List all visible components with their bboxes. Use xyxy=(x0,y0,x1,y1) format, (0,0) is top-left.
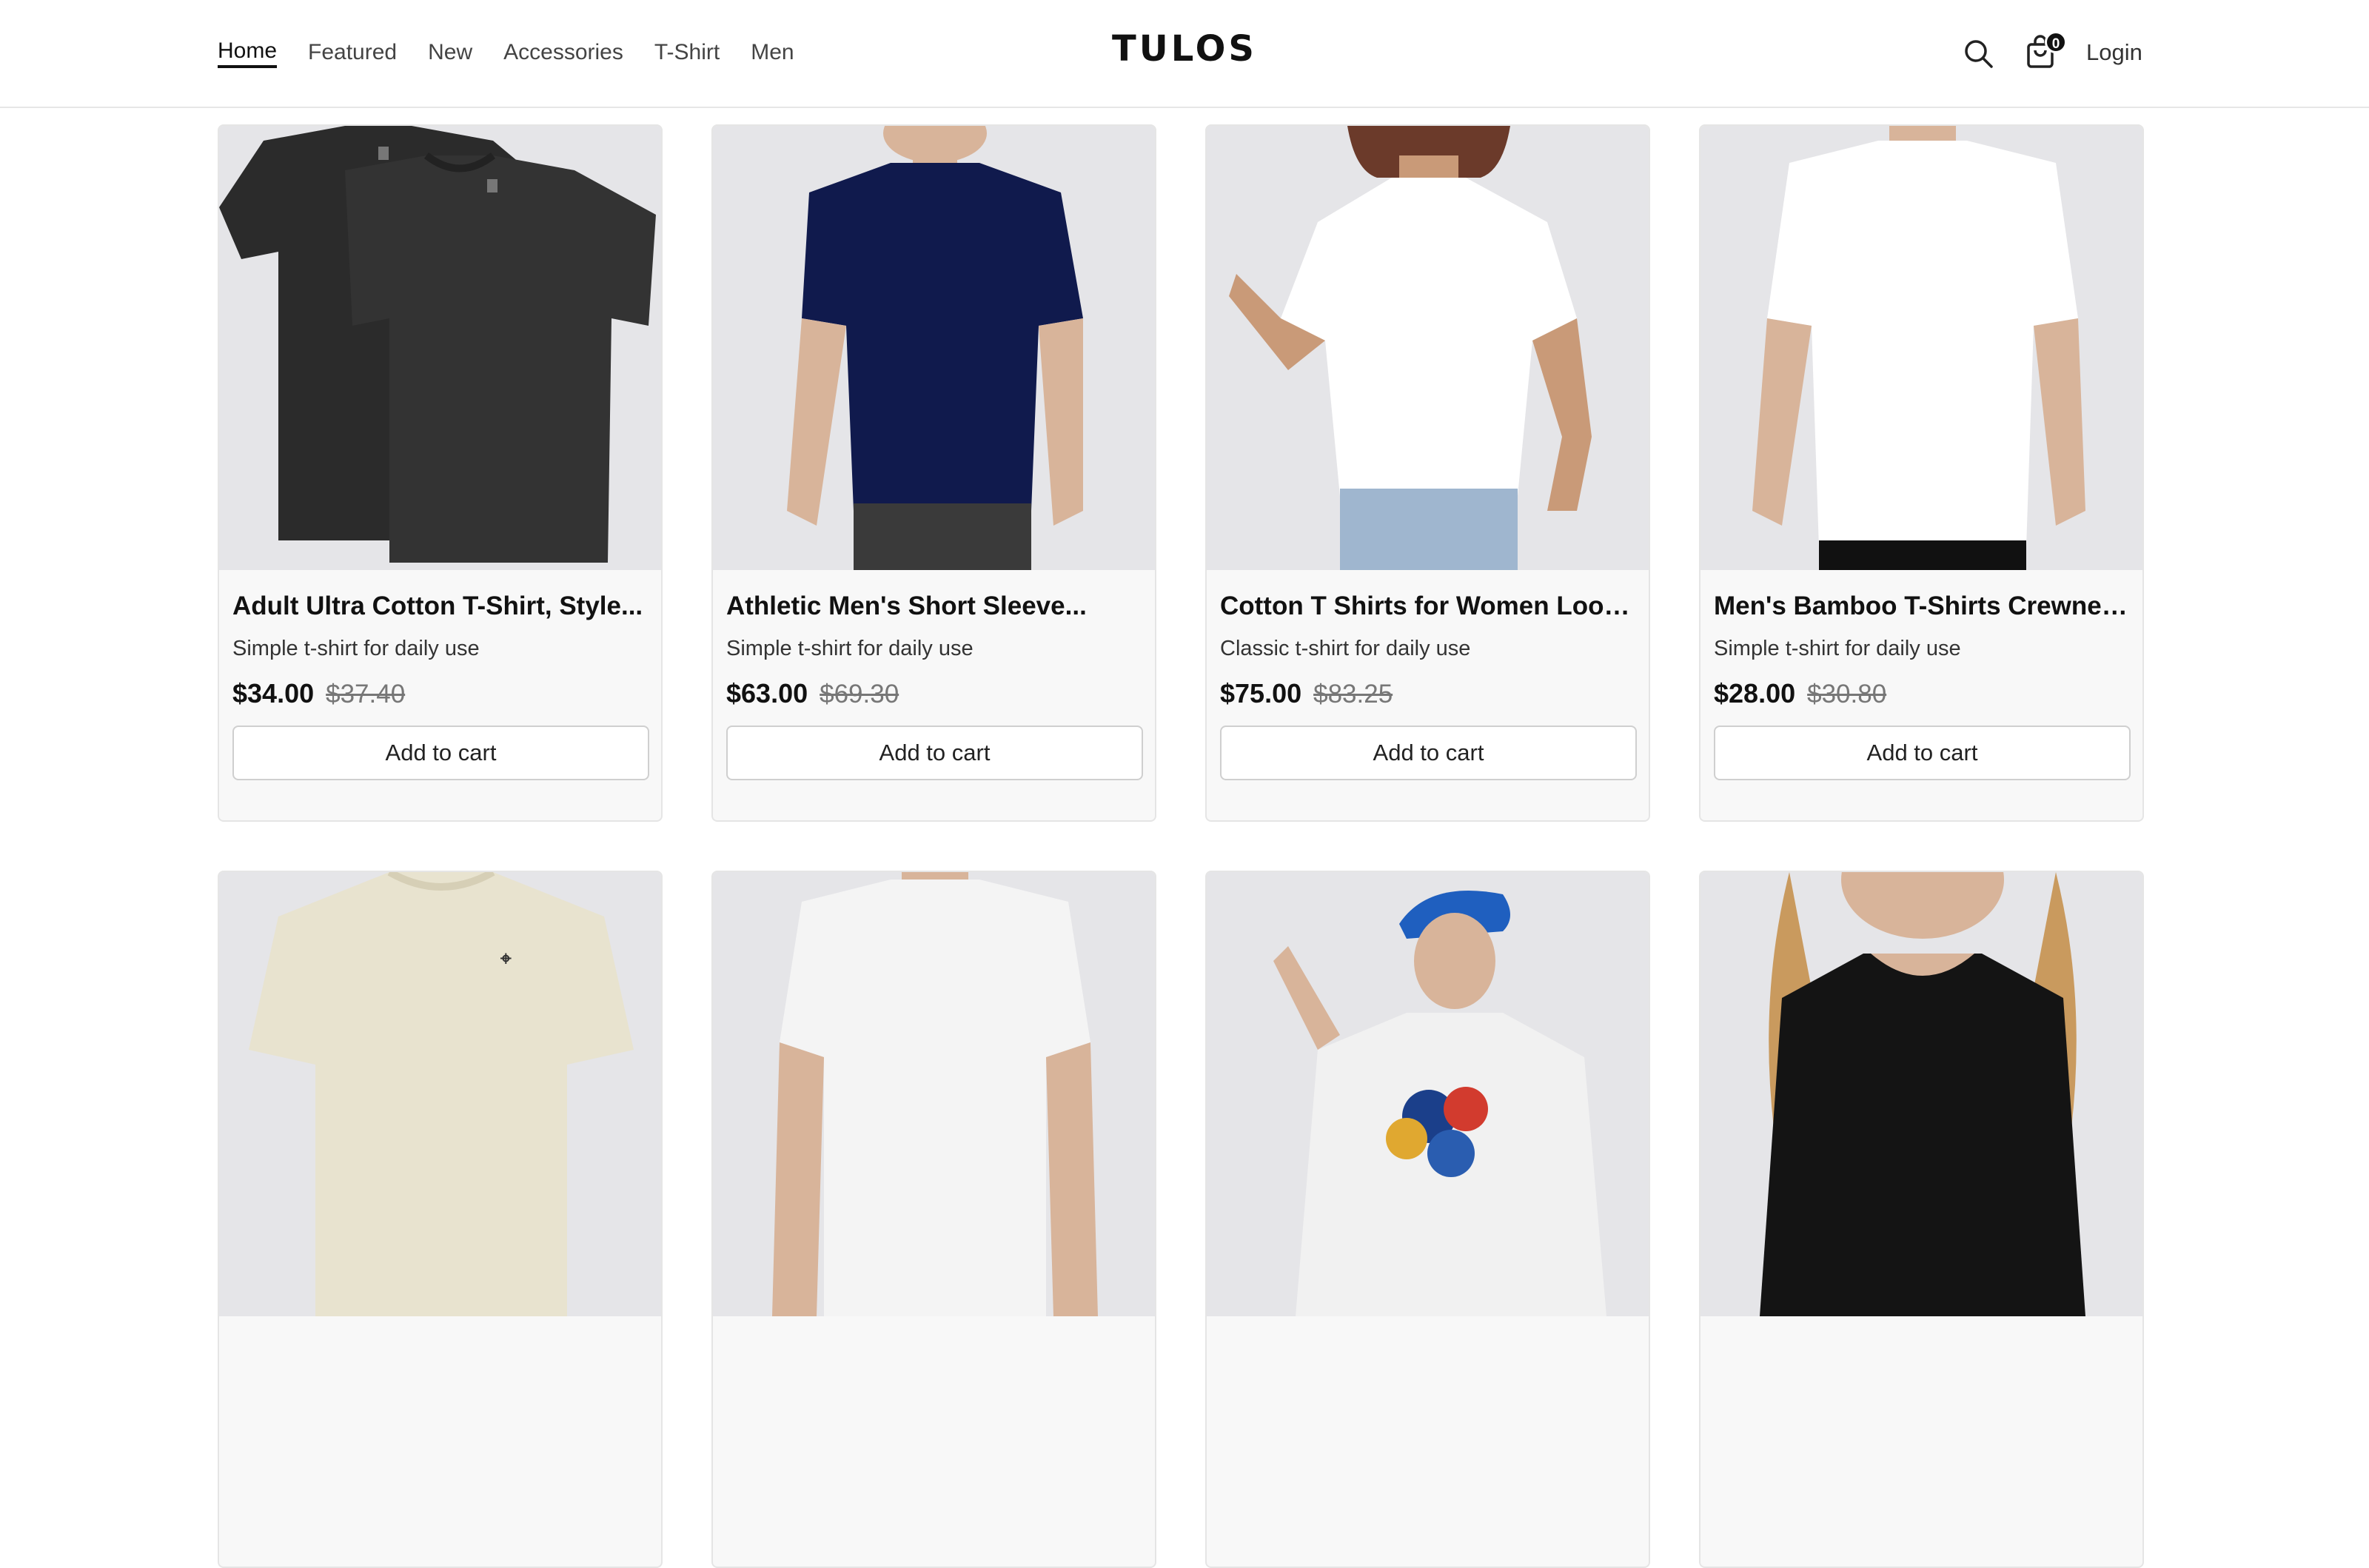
product-description: Simple t-shirt for daily use xyxy=(726,637,974,660)
product-price: $28.00 xyxy=(1714,678,1796,708)
product-image[interactable] xyxy=(1207,872,1649,1316)
add-to-cart-button[interactable]: Add to cart xyxy=(726,726,1143,780)
product-title[interactable]: Cotton T Shirts for Women Loose... xyxy=(1220,589,1635,623)
product-image[interactable] xyxy=(1700,872,2142,1316)
nav-item-home[interactable]: Home xyxy=(218,37,278,68)
main-nav: Home Featured New Accessories T-Shirt Me… xyxy=(218,37,794,68)
product-image[interactable]: ⌖ xyxy=(219,872,661,1316)
search-button[interactable] xyxy=(1962,37,1994,70)
product-prices: $75.00 $83.25 xyxy=(1220,678,1635,709)
product-card[interactable]: Adult Ultra Cotton T-Shirt, Style... Sim… xyxy=(218,124,663,822)
nav-item-featured[interactable]: Featured xyxy=(308,37,397,68)
product-card[interactable] xyxy=(1699,871,2144,1568)
add-to-cart-button[interactable]: Add to cart xyxy=(1714,726,2131,780)
svg-text:⌖: ⌖ xyxy=(500,948,512,970)
nav-item-men[interactable]: Men xyxy=(751,37,794,68)
product-card[interactable] xyxy=(1205,871,1650,1568)
product-description: Simple t-shirt for daily use xyxy=(232,637,480,660)
add-to-cart-button[interactable]: Add to cart xyxy=(232,726,649,780)
product-card[interactable]: Cotton T Shirts for Women Loose... Class… xyxy=(1205,124,1650,822)
nav-item-tshirt[interactable]: T-Shirt xyxy=(654,37,720,68)
product-description: Simple t-shirt for daily use xyxy=(1714,637,1961,660)
product-image[interactable] xyxy=(219,126,661,570)
nav-item-new[interactable]: New xyxy=(428,37,472,68)
login-link[interactable]: Login xyxy=(2086,37,2142,68)
product-image[interactable] xyxy=(1700,126,2142,570)
nav-item-accessories[interactable]: Accessories xyxy=(503,37,623,68)
product-card[interactable]: ⌖ xyxy=(218,871,663,1568)
product-old-price: $30.80 xyxy=(1807,680,1887,708)
product-image[interactable] xyxy=(1207,126,1649,570)
cart-count-badge: 0 xyxy=(2045,31,2067,53)
add-to-cart-button[interactable]: Add to cart xyxy=(1220,726,1637,780)
product-price: $75.00 xyxy=(1220,678,1302,708)
product-old-price: $37.40 xyxy=(326,680,406,708)
product-price: $34.00 xyxy=(232,678,315,708)
product-card[interactable]: Men's Bamboo T-Shirts Crewneck... Simple… xyxy=(1699,124,2144,822)
product-title[interactable]: Adult Ultra Cotton T-Shirt, Style... xyxy=(232,589,648,623)
search-icon xyxy=(1965,40,1993,68)
brand-logo[interactable]: TULOS xyxy=(1110,28,1259,70)
product-card[interactable] xyxy=(711,871,1156,1568)
product-prices: $63.00 $69.30 xyxy=(726,678,1142,709)
product-title[interactable]: Athletic Men's Short Sleeve... xyxy=(726,589,1142,623)
product-image[interactable] xyxy=(713,872,1155,1316)
product-title[interactable]: Men's Bamboo T-Shirts Crewneck... xyxy=(1714,589,2129,623)
cart-button[interactable]: 0 xyxy=(2024,31,2067,70)
product-description: Classic t-shirt for daily use xyxy=(1220,637,1471,660)
product-card[interactable]: Athletic Men's Short Sleeve... Simple t-… xyxy=(711,124,1156,822)
product-image[interactable] xyxy=(713,126,1155,570)
site-header: Home Featured New Accessories T-Shirt Me… xyxy=(0,0,2369,108)
product-prices: $34.00 $37.40 xyxy=(232,678,648,709)
product-old-price: $69.30 xyxy=(820,680,899,708)
product-old-price: $83.25 xyxy=(1313,680,1393,708)
product-price: $63.00 xyxy=(726,678,808,708)
product-grid: Adult Ultra Cotton T-Shirt, Style... Sim… xyxy=(218,124,2145,1568)
product-prices: $28.00 $30.80 xyxy=(1714,678,2129,709)
